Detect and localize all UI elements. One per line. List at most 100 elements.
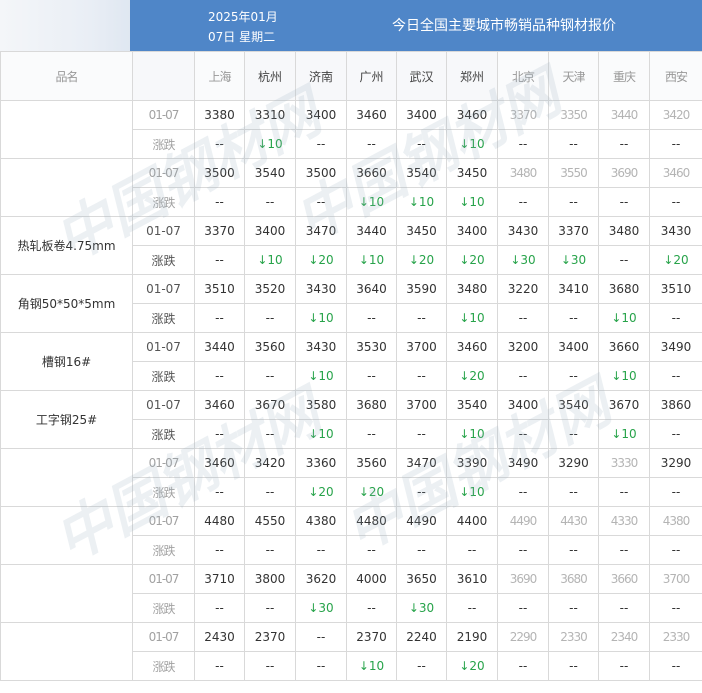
price-cell: 4400 xyxy=(446,506,498,536)
price-cell: 3710 xyxy=(194,564,245,594)
price-cell: 3420 xyxy=(244,448,296,478)
change-cell: -- xyxy=(194,651,245,681)
change-cell: ↓10 xyxy=(295,361,347,391)
change-cell: -- xyxy=(649,303,702,333)
change-cell: -- xyxy=(244,651,296,681)
change-cell: -- xyxy=(497,129,549,159)
table-row: 热轧板卷4.75mm 01-07 3370 3400 3470 3440 3450 3400 3… xyxy=(0,216,702,275)
page-title: 今日全国主要城市畅销品种钢材报价 xyxy=(392,18,616,34)
price-cell: 2290 xyxy=(497,622,549,652)
price-cell: 4430 xyxy=(548,506,599,536)
change-cell: -- xyxy=(194,535,245,565)
steel-price-table: 品名 上海 杭州 济南 广州 武汉 郑州 北京 天津 重庆 西安 01-07 3380 3310 3400 3… xyxy=(0,51,702,681)
product-name xyxy=(0,448,133,507)
price-cell: 3680 xyxy=(598,274,650,304)
price-cell: 3650 xyxy=(396,564,447,594)
row-label-change: 涨跌 xyxy=(132,129,195,159)
table-row: 01-07 3380 3310 3400 3460 3400 3460 3370 3350 344… xyxy=(0,100,702,159)
row-label-change: 涨跌 xyxy=(132,187,195,217)
price-cell: 3410 xyxy=(548,274,599,304)
change-cell: -- xyxy=(497,651,549,681)
price-cell: 3460 xyxy=(446,100,498,130)
change-cell: -- xyxy=(346,535,397,565)
change-cell: ↓30 xyxy=(295,593,347,623)
change-cell: -- xyxy=(346,361,397,391)
change-cell: -- xyxy=(649,129,702,159)
change-cell: ↓10 xyxy=(598,361,650,391)
table-row: 槽钢16# 01-07 3440 3560 3430 3530 3700 3460 3200 34… xyxy=(0,332,702,391)
change-cell: ↓10 xyxy=(295,419,347,449)
product-name: 角钢50*50*5mm xyxy=(0,274,133,333)
change-cell: -- xyxy=(497,535,549,565)
change-cell: -- xyxy=(396,419,447,449)
price-cell: 3460 xyxy=(446,332,498,362)
price-cell: 3430 xyxy=(295,274,347,304)
price-cell: 3450 xyxy=(446,158,498,188)
price-cell: 3460 xyxy=(194,448,245,478)
change-cell: -- xyxy=(446,593,498,623)
price-cell: 3550 xyxy=(548,158,599,188)
column-header: 北京 xyxy=(497,51,549,101)
change-cell: -- xyxy=(396,129,447,159)
price-cell: 3700 xyxy=(649,564,702,594)
price-cell: 4480 xyxy=(194,506,245,536)
change-cell: -- xyxy=(396,651,447,681)
price-cell: 2190 xyxy=(446,622,498,652)
change-cell: -- xyxy=(194,361,245,391)
row-label-date: 01-07 xyxy=(132,274,195,304)
price-cell: 3370 xyxy=(194,216,245,246)
price-cell: 3330 xyxy=(598,448,650,478)
table-row: 01-07 3500 3540 3500 3660 3540 3450 3480 3550 369… xyxy=(0,158,702,217)
price-cell: 3480 xyxy=(598,216,650,246)
price-cell: 3670 xyxy=(244,390,296,420)
change-cell: ↓10 xyxy=(598,419,650,449)
price-table-panel: 2025年01月 07日 星期二 今日全国主要城市畅销品种钢材报价 品名 上海 杭州… xyxy=(0,0,702,693)
price-cell: 3800 xyxy=(244,564,296,594)
product-name xyxy=(0,564,133,623)
change-cell: ↓20 xyxy=(295,245,347,275)
price-cell: 3700 xyxy=(396,332,447,362)
change-cell: ↓30 xyxy=(497,245,549,275)
change-cell: -- xyxy=(649,651,702,681)
table-row: 工字钢25# 01-07 3460 3670 3580 3680 3700 3540 3400 3… xyxy=(0,390,702,449)
column-header: 品名 xyxy=(0,51,133,101)
price-cell: 3430 xyxy=(649,216,702,246)
change-cell: -- xyxy=(649,361,702,391)
price-cell: 4330 xyxy=(598,506,650,536)
column-header: 西安 xyxy=(649,51,702,101)
price-cell: 3590 xyxy=(396,274,447,304)
change-cell: -- xyxy=(548,129,599,159)
price-cell: 3540 xyxy=(548,390,599,420)
row-label-date: 01-07 xyxy=(132,448,195,478)
change-cell: -- xyxy=(548,361,599,391)
price-cell: 4000 xyxy=(346,564,397,594)
change-cell: -- xyxy=(295,129,347,159)
price-cell: 4380 xyxy=(649,506,702,536)
row-label-change: 涨跌 xyxy=(132,361,195,391)
price-cell: 3490 xyxy=(497,448,549,478)
price-cell: 3400 xyxy=(446,216,498,246)
price-cell: 3400 xyxy=(497,390,549,420)
change-cell: ↓20 xyxy=(346,477,397,507)
change-cell: -- xyxy=(446,535,498,565)
change-cell: -- xyxy=(497,303,549,333)
change-cell: -- xyxy=(598,245,650,275)
row-label-change: 涨跌 xyxy=(132,535,195,565)
change-cell: ↓10 xyxy=(446,419,498,449)
change-cell: -- xyxy=(649,187,702,217)
header-logo-area xyxy=(0,0,130,51)
product-name: 热轧板卷4.75mm xyxy=(0,216,133,275)
change-cell: ↓30 xyxy=(548,245,599,275)
row-label-change: 涨跌 xyxy=(132,593,195,623)
change-cell: -- xyxy=(598,477,650,507)
row-label-date: 01-07 xyxy=(132,158,195,188)
price-cell: 4550 xyxy=(244,506,296,536)
table-row: 01-07 3710 3800 3620 4000 3650 3610 3690 3680 366… xyxy=(0,564,702,623)
price-cell: 3500 xyxy=(194,158,245,188)
price-cell: 3680 xyxy=(346,390,397,420)
change-cell: ↓10 xyxy=(396,187,447,217)
change-cell: -- xyxy=(649,593,702,623)
price-cell: 3400 xyxy=(295,100,347,130)
price-cell: 3430 xyxy=(497,216,549,246)
price-cell: 3580 xyxy=(295,390,347,420)
